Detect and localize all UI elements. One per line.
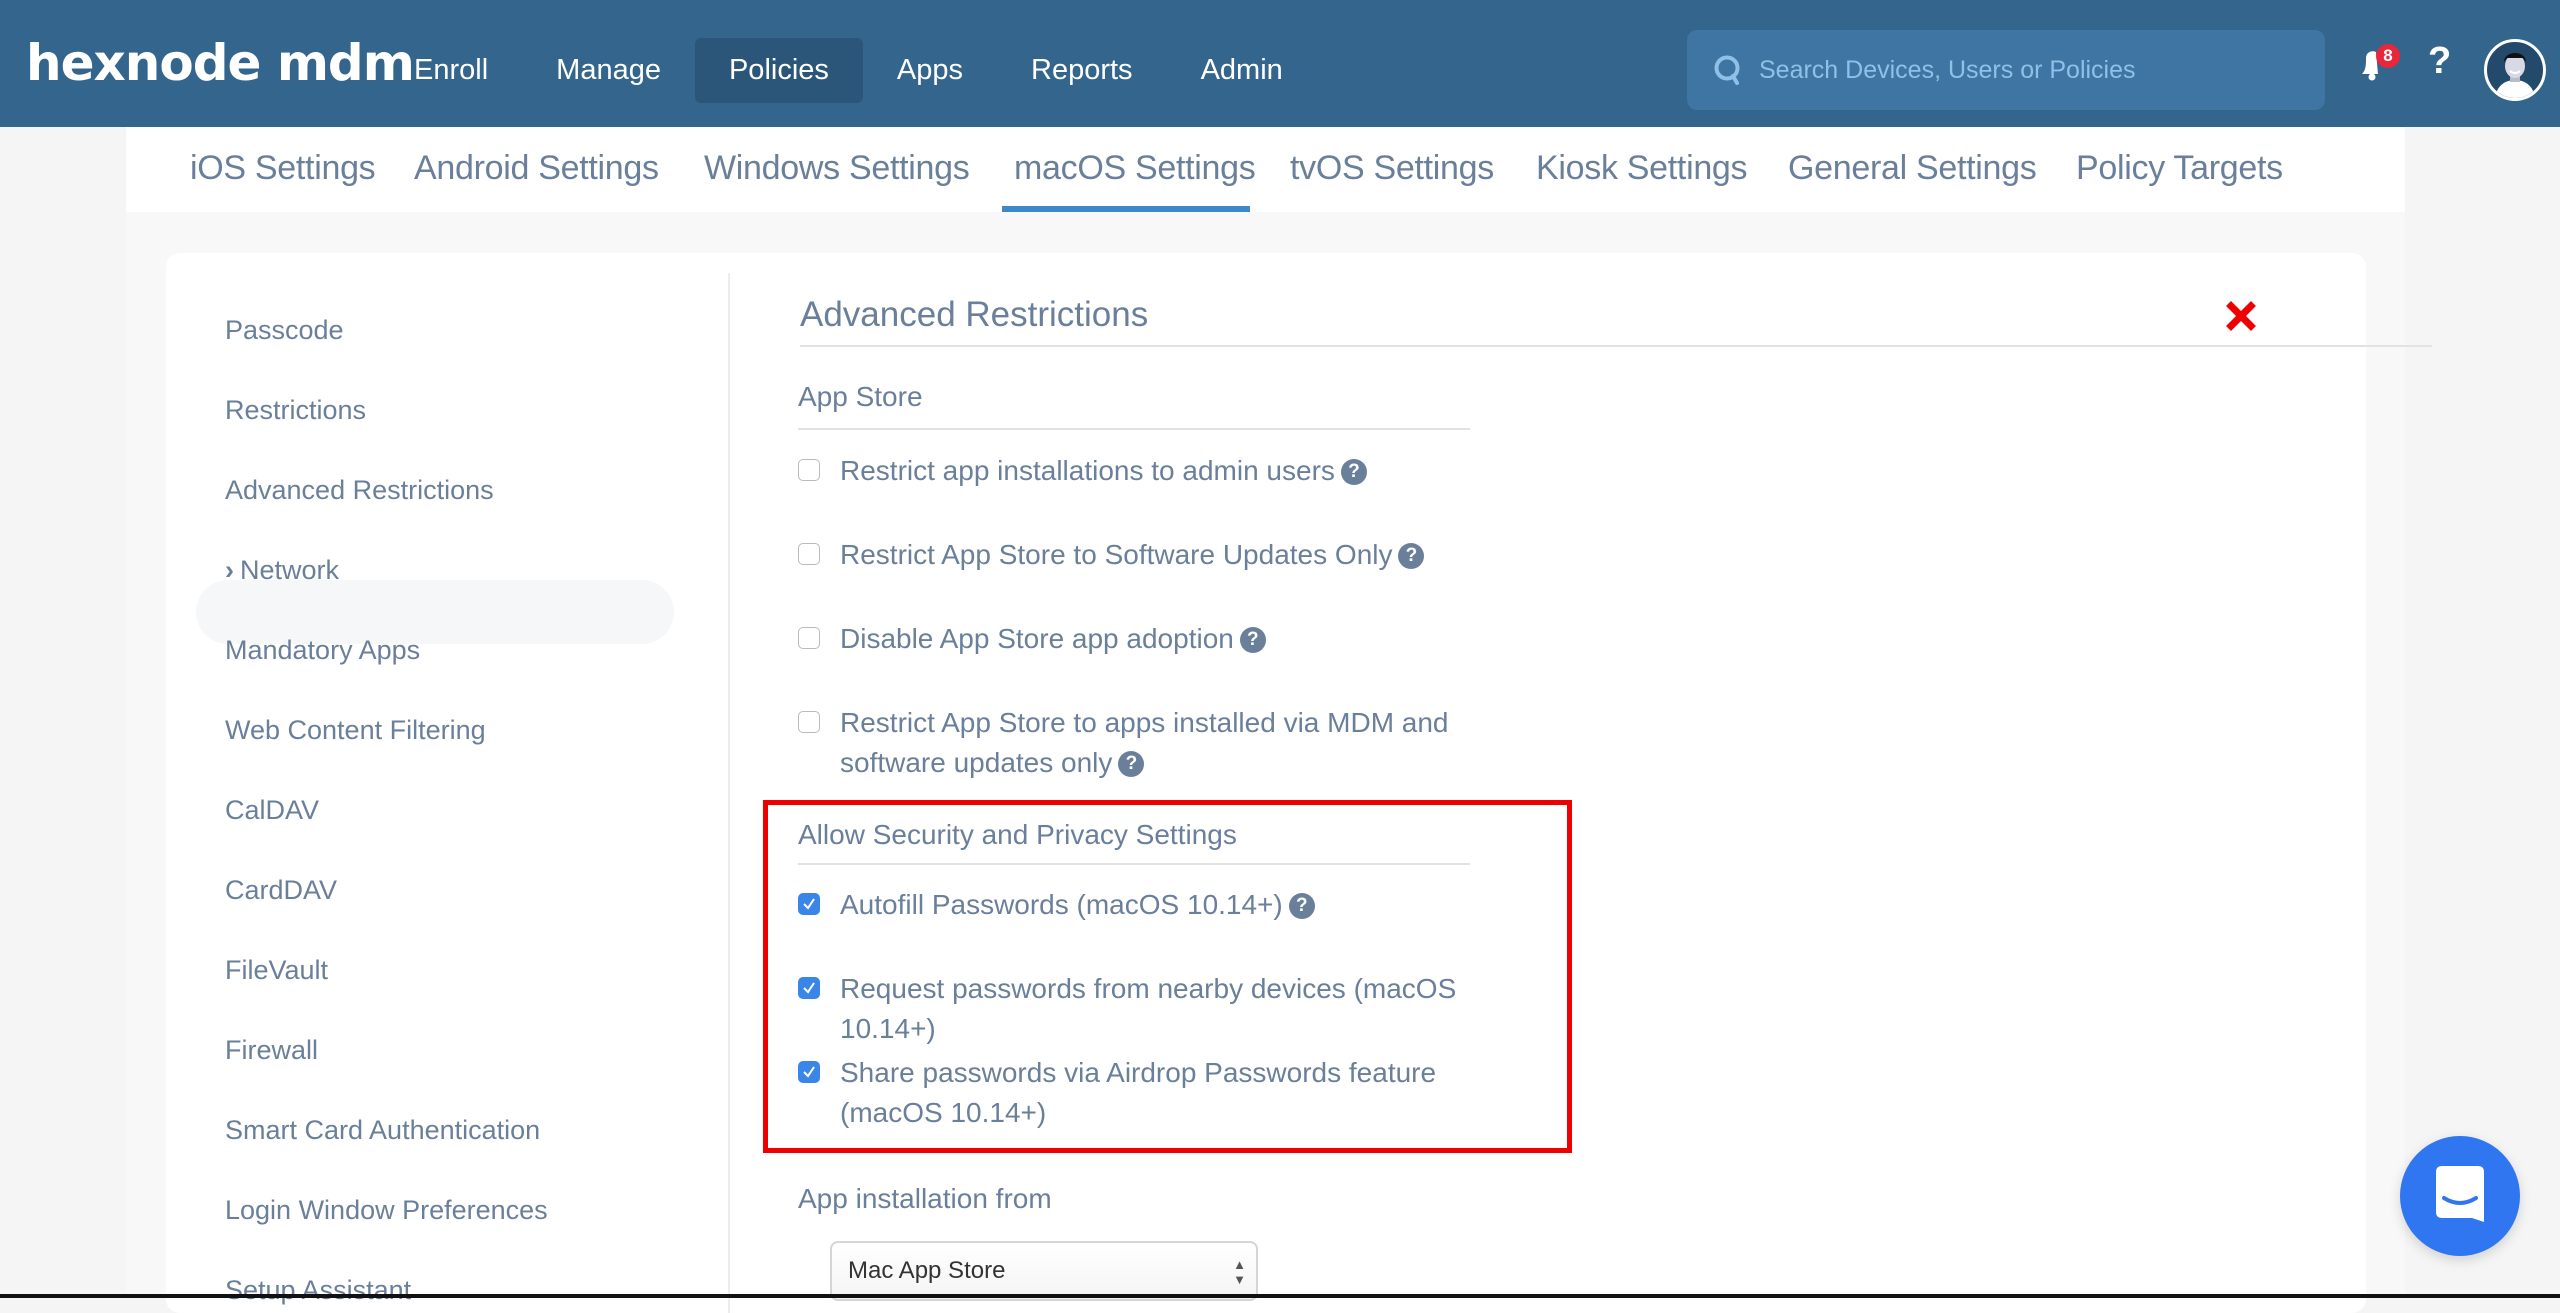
checkbox[interactable] <box>798 711 820 733</box>
sidebar-item-firewall[interactable]: Firewall <box>225 1035 318 1066</box>
sidebar-item-caldav[interactable]: CalDAV <box>225 795 319 826</box>
sidebar-item-advanced-restrictions[interactable]: Advanced Restrictions <box>225 475 494 506</box>
search-input[interactable] <box>1759 55 2299 85</box>
help-circle-icon[interactable]: ? <box>1340 459 1367 485</box>
option-request-passwords-nearby: Request passwords from nearby devices (m… <box>798 969 1558 1049</box>
help-circle-icon[interactable]: ? <box>1239 627 1266 653</box>
option-label: Request passwords from nearby devices (m… <box>840 973 1457 1044</box>
sidebar-item-carddav[interactable]: CardDAV <box>225 875 337 906</box>
checkbox-checked[interactable] <box>798 977 820 999</box>
window-bottom-edge <box>0 1294 2560 1298</box>
option-disable-app-adoption: Disable App Store app adoption? <box>798 619 1558 659</box>
tab-general-settings[interactable]: General Settings <box>1788 149 2037 188</box>
checkbox-checked[interactable] <box>798 1061 820 1083</box>
nav-reports[interactable]: Reports <box>997 38 1167 103</box>
chevron-right-icon: › <box>225 555 234 585</box>
user-avatar[interactable] <box>2484 39 2546 101</box>
main-nav: Enroll Manage Policies Apps Reports Admi… <box>380 38 1317 103</box>
tab-tvos-settings[interactable]: tvOS Settings <box>1290 149 1494 188</box>
option-autofill-passwords: Autofill Passwords (macOS 10.14+)? <box>798 885 1558 925</box>
help-circle-icon[interactable]: ? <box>1118 751 1145 777</box>
option-label: Autofill Passwords (macOS 10.14+) <box>840 889 1283 920</box>
sidebar-divider <box>728 273 730 1313</box>
select-value: Mac App Store <box>848 1257 1006 1284</box>
sidebar-item-passcode[interactable]: Passcode <box>225 315 344 346</box>
sidebar-item-web-content-filtering[interactable]: Web Content Filtering <box>225 715 486 746</box>
tab-policy-targets[interactable]: Policy Targets <box>2076 149 2283 188</box>
nav-policies[interactable]: Policies <box>694 38 863 103</box>
logo[interactable]: hexnode mdm <box>26 34 415 92</box>
sidebar-item-setup-assistant[interactable]: Setup Assistant <box>225 1275 411 1306</box>
group-title-app-store: App Store <box>798 381 923 412</box>
tab-android-settings[interactable]: Android Settings <box>414 149 659 188</box>
app-installation-select[interactable]: Mac App Store ▲ ▼ <box>830 1241 1258 1301</box>
option-restrict-mdm-apps: Restrict App Store to apps installed via… <box>798 703 1498 783</box>
tab-kiosk-settings[interactable]: Kiosk Settings <box>1536 149 1748 188</box>
app-installation-label: App installation from <box>798 1183 1052 1214</box>
active-tab-indicator <box>1002 206 1250 212</box>
option-restrict-admin-installs: Restrict app installations to admin user… <box>798 451 1558 491</box>
chat-icon <box>2436 1166 2484 1222</box>
option-share-passwords-airdrop: Share passwords via Airdrop Passwords fe… <box>798 1053 1518 1133</box>
help-circle-icon[interactable]: ? <box>1398 543 1425 569</box>
help-icon[interactable]: ? <box>2428 40 2451 83</box>
settings-tabs: iOS Settings Android Settings Windows Se… <box>126 127 2405 212</box>
sidebar-item-smart-card-authentication[interactable]: Smart Card Authentication <box>225 1115 540 1146</box>
sidebar-item-restrictions[interactable]: Restrictions <box>225 395 366 426</box>
help-circle-icon[interactable]: ? <box>1288 893 1315 919</box>
tab-macos-settings[interactable]: macOS Settings <box>1014 149 1256 188</box>
search-icon[interactable] <box>1707 54 1749 86</box>
title-divider <box>800 345 2432 347</box>
option-label: Share passwords via Airdrop Passwords fe… <box>840 1057 1437 1128</box>
option-label: Disable App Store app adoption <box>840 623 1234 654</box>
policy-card: Passcode Restrictions Advanced Restricti… <box>166 253 2432 1313</box>
option-restrict-software-updates-only: Restrict App Store to Software Updates O… <box>798 535 1558 575</box>
option-label: Restrict app installations to admin user… <box>840 455 1335 486</box>
checkbox[interactable] <box>798 543 820 565</box>
sidebar-item-filevault[interactable]: FileVault <box>225 955 328 986</box>
checkbox-checked[interactable] <box>798 893 820 915</box>
nav-admin[interactable]: Admin <box>1167 38 1317 103</box>
option-label: Restrict App Store to apps installed via… <box>840 707 1449 778</box>
checkbox[interactable] <box>798 459 820 481</box>
group-divider <box>798 863 1470 865</box>
checkbox[interactable] <box>798 627 820 649</box>
tab-windows-settings[interactable]: Windows Settings <box>704 149 970 188</box>
group-title-security-privacy: Allow Security and Privacy Settings <box>798 819 1237 850</box>
notification-badge: 8 <box>2376 44 2400 68</box>
chat-launcher-button[interactable] <box>2400 1136 2520 1256</box>
select-arrows-icon: ▲ ▼ <box>1233 1257 1246 1287</box>
section-title: Advanced Restrictions <box>800 295 1149 334</box>
nav-apps[interactable]: Apps <box>863 38 997 103</box>
nav-manage[interactable]: Manage <box>522 38 695 103</box>
sidebar-item-login-window-preferences[interactable]: Login Window Preferences <box>225 1195 548 1226</box>
option-label: Restrict App Store to Software Updates O… <box>840 539 1393 570</box>
search-box <box>1687 30 2325 110</box>
sidebar-item-mandatory-apps[interactable]: Mandatory Apps <box>225 635 420 666</box>
group-divider <box>798 428 1470 430</box>
close-icon[interactable] <box>2226 301 2256 331</box>
sidebar-item-network[interactable]: › Network <box>225 555 339 586</box>
nav-enroll[interactable]: Enroll <box>380 38 522 103</box>
content-wrapper: iOS Settings Android Settings Windows Se… <box>126 127 2432 1313</box>
tab-ios-settings[interactable]: iOS Settings <box>190 149 376 188</box>
top-navbar: hexnode mdm Enroll Manage Policies Apps … <box>0 0 2560 127</box>
sidebar-item-label: Network <box>240 555 340 585</box>
